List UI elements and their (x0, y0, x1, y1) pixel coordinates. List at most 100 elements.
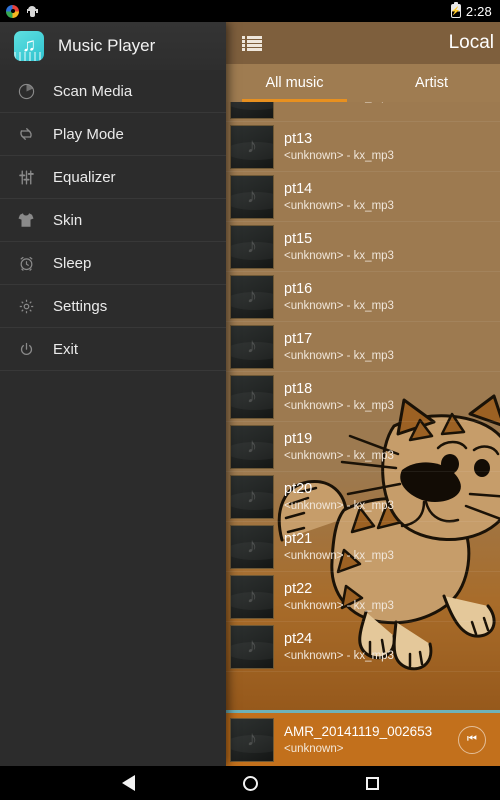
track-meta: pt22 <unknown> - kx_mp3 (274, 580, 394, 614)
alarm-clock-icon (14, 255, 38, 272)
track-row[interactable]: ♪ pt18 <unknown> - kx_mp3 (226, 372, 500, 422)
tab-bar: All music Artist (226, 64, 500, 102)
music-note-icon: ♪ (246, 234, 258, 258)
track-title: pt20 (284, 480, 313, 497)
track-row[interactable]: ♪ pt20 <unknown> - kx_mp3 (226, 472, 500, 522)
track-title: pt15 (284, 230, 313, 247)
drawer-item-scan-media[interactable]: Scan Media (0, 70, 226, 113)
album-art-thumbnail: ♪ (230, 124, 274, 169)
music-note-icon: ♪ (246, 534, 258, 558)
music-note-icon: ♪ (246, 134, 258, 158)
track-meta: pt17 <unknown> - kx_mp3 (274, 330, 394, 364)
app-bar: Local (226, 22, 500, 64)
now-playing-bar[interactable]: ♪ AMR_20141119_002653 <unknown> ⏮ (226, 710, 500, 766)
tshirt-icon (14, 211, 38, 229)
now-playing-title: AMR_20141119_002653 (284, 723, 433, 739)
drawer-item-label: Skin (53, 211, 83, 229)
album-art-thumbnail: ♪ (230, 324, 274, 369)
system-navigation-bar (0, 766, 500, 800)
music-note-icon: ♪ (247, 102, 258, 108)
album-art-thumbnail: ♪ (230, 624, 274, 669)
tab-artist-label: Artist (414, 75, 449, 91)
track-title: pt13 (284, 130, 313, 147)
now-playing-subtitle: <unknown> (284, 742, 344, 755)
home-icon[interactable] (242, 775, 258, 791)
status-bar: 2:28 (0, 0, 500, 22)
app-icon-bars (14, 52, 44, 61)
track-row[interactable]: ♪ pt24 <unknown> - kx_mp3 (226, 622, 500, 672)
gear-icon (14, 298, 38, 315)
track-meta: pt19 <unknown> - kx_mp3 (274, 430, 394, 464)
track-title: pt16 (284, 280, 313, 297)
track-subtitle: <unknown> - kx_mp3 (284, 249, 394, 262)
album-art-thumbnail: ♪ (230, 224, 274, 269)
music-app-content: Local All music Artist ♪ <unknown> - kx_m… (226, 22, 500, 766)
app-name: Music Player (58, 36, 156, 55)
drawer-item-exit[interactable]: Exit (0, 328, 226, 371)
track-row[interactable]: ♪ pt21 <unknown> - kx_mp3 (226, 522, 500, 572)
track-subtitle: <unknown> - kx_mp3 (284, 149, 394, 162)
track-meta: pt21 <unknown> - kx_mp3 (274, 530, 394, 564)
drawer-item-sleep[interactable]: Sleep (0, 242, 226, 285)
drawer-item-label: Play Mode (53, 125, 124, 143)
track-meta: pt18 <unknown> - kx_mp3 (274, 380, 394, 414)
album-art-thumbnail: ♪ (230, 102, 274, 119)
track-subtitle: <unknown> - kx_mp3 (284, 599, 394, 612)
track-meta: pt20 <unknown> - kx_mp3 (274, 480, 394, 514)
track-list[interactable]: ♪ <unknown> - kx_mp3 ♪ pt13 <unknown> - kx_m… (226, 102, 500, 727)
track-row[interactable]: ♪ pt15 <unknown> - kx_mp3 (226, 222, 500, 272)
tab-active-indicator (242, 99, 347, 102)
track-row[interactable]: ♪ pt17 <unknown> - kx_mp3 (226, 322, 500, 372)
album-art-thumbnail: ♪ (230, 474, 274, 519)
drawer-item-skin[interactable]: Skin (0, 199, 226, 242)
navigation-drawer[interactable]: ♫ Music Player Scan Media Play Mode Equali… (0, 22, 226, 771)
track-row[interactable]: ♪ pt22 <unknown> - kx_mp3 (226, 572, 500, 622)
drawer-header: ♫ Music Player (0, 22, 226, 70)
repeat-icon (14, 125, 38, 143)
tab-artist[interactable]: Artist (363, 64, 500, 102)
drawer-item-settings[interactable]: Settings (0, 285, 226, 328)
track-subtitle: <unknown> - kx_mp3 (284, 399, 394, 412)
track-row[interactable]: ♪ pt14 <unknown> - kx_mp3 (226, 172, 500, 222)
drawer-item-equalizer[interactable]: Equalizer (0, 156, 226, 199)
track-title: pt17 (284, 330, 313, 347)
back-icon[interactable] (121, 775, 135, 791)
skip-previous-icon[interactable]: ⏮ (458, 725, 486, 754)
drawer-item-label: Scan Media (53, 82, 133, 100)
track-row[interactable]: ♪ pt16 <unknown> - kx_mp3 (226, 272, 500, 322)
track-title: pt19 (284, 430, 313, 447)
track-list-inner: ♪ <unknown> - kx_mp3 ♪ pt13 <unknown> - kx_m… (226, 102, 500, 672)
drawer-empty-space (0, 371, 226, 771)
now-playing-album-art: ♪ (230, 717, 274, 762)
track-subtitle: <unknown> - kx_mp3 (284, 649, 394, 662)
track-meta: pt15 <unknown> - kx_mp3 (274, 230, 394, 264)
track-title: pt24 (284, 630, 313, 647)
recents-icon[interactable] (365, 776, 379, 790)
track-title: pt14 (284, 180, 313, 197)
music-note-icon: ♪ (246, 634, 258, 658)
equalizer-sliders-icon (14, 169, 38, 186)
status-bar-right: 2:28 (450, 3, 500, 19)
track-row[interactable]: ♪ pt19 <unknown> - kx_mp3 (226, 422, 500, 472)
album-art-thumbnail: ♪ (230, 174, 274, 219)
track-subtitle: <unknown> - kx_mp3 (284, 499, 394, 512)
drawer-item-play-mode[interactable]: Play Mode (0, 113, 226, 156)
status-bar-left-icons (0, 4, 38, 18)
android-debug-icon (26, 5, 38, 18)
tab-all-music[interactable]: All music (226, 64, 363, 102)
track-meta: pt24 <unknown> - kx_mp3 (274, 630, 394, 664)
status-bar-clock: 2:28 (465, 3, 492, 19)
track-subtitle: <unknown> - kx_mp3 (284, 299, 394, 312)
track-subtitle: <unknown> - kx_mp3 (284, 349, 394, 362)
track-meta: pt16 <unknown> - kx_mp3 (274, 280, 394, 314)
album-art-thumbnail: ♪ (230, 424, 274, 469)
list-icon[interactable] (242, 35, 262, 51)
power-icon (14, 341, 38, 358)
drawer-item-list: Scan Media Play Mode Equalizer Skin Sleep Set… (0, 70, 226, 371)
drawer-item-label: Equalizer (53, 168, 116, 186)
music-note-icon: ♪ (246, 284, 258, 308)
track-row[interactable]: ♪ <unknown> - kx_mp3 (226, 102, 500, 122)
scan-disc-icon (14, 83, 38, 100)
track-row[interactable]: ♪ pt13 <unknown> - kx_mp3 (226, 122, 500, 172)
music-note-icon: ♪ (246, 434, 258, 458)
